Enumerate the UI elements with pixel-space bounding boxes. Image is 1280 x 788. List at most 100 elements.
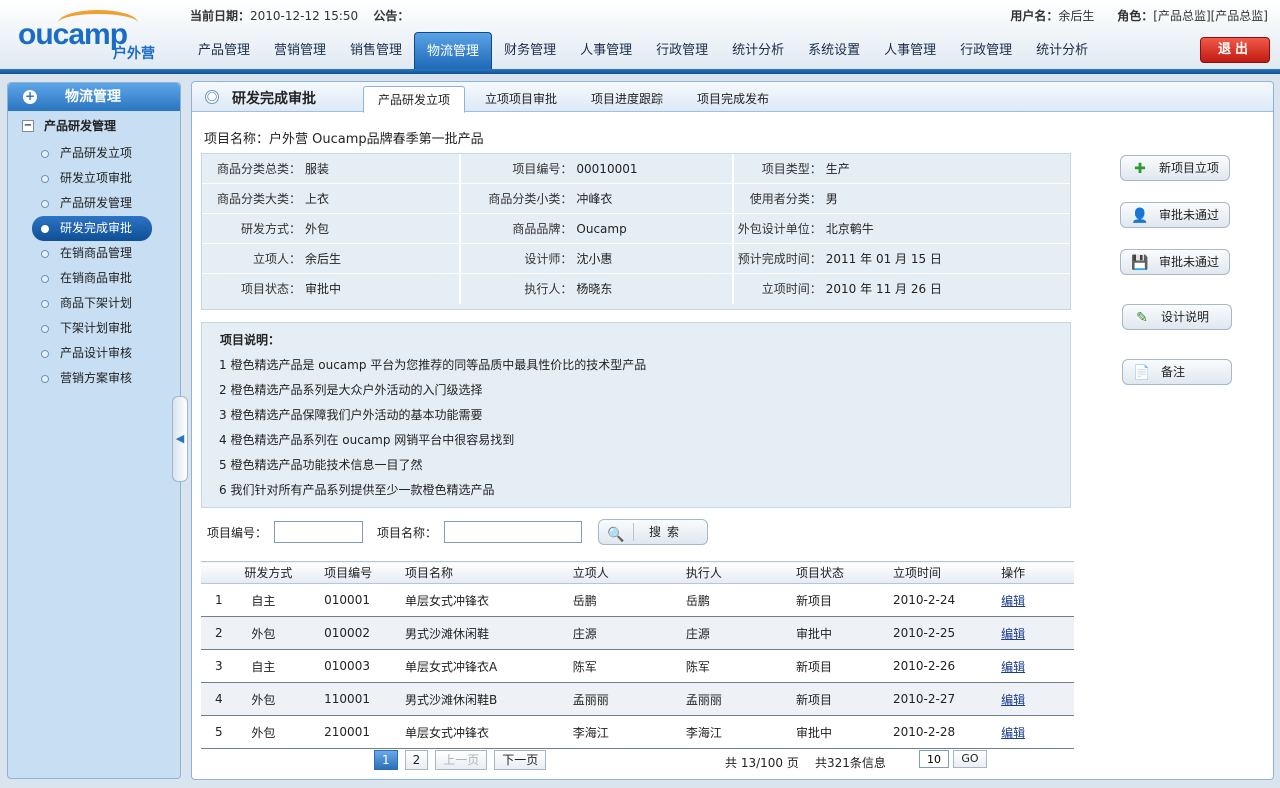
table-cell: 编辑 bbox=[991, 715, 1074, 749]
sidebar-item[interactable]: 商品下架计划 bbox=[8, 291, 180, 316]
detail-value: 服装 bbox=[305, 162, 330, 176]
detail-label: 立项时间： bbox=[761, 282, 822, 296]
column-header: 项目状态 bbox=[785, 561, 883, 584]
page-button[interactable]: 1 bbox=[374, 750, 398, 770]
edit-link[interactable]: 编辑 bbox=[1001, 693, 1025, 707]
sidebar-item-label: 商品下架计划 bbox=[60, 296, 133, 310]
sidebar-item[interactable]: 营销方案审核 bbox=[8, 366, 180, 391]
panel-toggle-icon[interactable]: ◯ bbox=[205, 90, 219, 104]
detail-label: 项目状态： bbox=[240, 282, 301, 296]
detail-value: 2010 年 11 月 26 日 bbox=[825, 282, 942, 296]
tab[interactable]: 项目完成发布 bbox=[683, 86, 783, 112]
action-button[interactable]: ✚ 新项目立项 bbox=[1120, 155, 1230, 181]
project-code-input[interactable] bbox=[274, 521, 364, 543]
sidebar-item-label: 产品研发立项 bbox=[60, 146, 133, 160]
action-button[interactable]: 👤 审批未通过 bbox=[1120, 202, 1230, 228]
nav-item[interactable]: 产品管理 bbox=[186, 32, 262, 70]
collapse-box-icon[interactable]: − bbox=[22, 120, 34, 132]
detail-value: 审批中 bbox=[305, 282, 342, 296]
edit-link[interactable]: 编辑 bbox=[1001, 726, 1025, 740]
action-button[interactable]: 📄 备注 bbox=[1122, 359, 1232, 385]
detail-value: Oucamp bbox=[576, 222, 627, 236]
edit-link[interactable]: 编辑 bbox=[1001, 660, 1025, 674]
nav-item[interactable]: 财务管理 bbox=[492, 32, 568, 70]
sidebar-item[interactable]: 产品研发管理 bbox=[8, 191, 180, 216]
action-button[interactable]: 💾 审批未通过 bbox=[1120, 249, 1230, 275]
table-row: 2 外包 010002 男式沙滩休闲鞋 庄源 庄源 审批中 2010-2-25 编辑 bbox=[201, 616, 1074, 650]
go-button[interactable]: GO bbox=[953, 750, 987, 768]
table-cell: 单层女式冲锋衣 bbox=[394, 715, 563, 749]
edit-link[interactable]: 编辑 bbox=[1001, 594, 1025, 608]
detail-cell: 立项人： 余后生 bbox=[202, 244, 462, 273]
bullet-icon bbox=[41, 325, 49, 333]
nav-item[interactable]: 行政管理 bbox=[644, 32, 720, 70]
record-info: 共321条信息 bbox=[815, 756, 886, 770]
detail-label: 项目编号： bbox=[512, 162, 573, 176]
nav-item[interactable]: 人事管理 bbox=[568, 32, 644, 70]
main-nav: 产品管理 营销管理 销售管理 物流管理 财务管理 人事管理 行政管理 统计分析 系统设置 人事管理… bbox=[186, 32, 1100, 70]
oucamp-logo[interactable]: oucamp 户外营 bbox=[18, 10, 168, 62]
nav-item[interactable]: 统计分析 bbox=[720, 32, 796, 70]
sidebar-item[interactable]: 在销商品审批 bbox=[8, 266, 180, 291]
sidebar-collapse-handle[interactable]: ◀ bbox=[172, 396, 188, 482]
sidebar-item[interactable]: 下架计划审批 bbox=[8, 316, 180, 341]
column-header: 项目名称 bbox=[394, 561, 563, 584]
sidebar-item[interactable]: 产品研发立项 bbox=[8, 141, 180, 166]
expand-icon[interactable]: + bbox=[23, 90, 37, 104]
nav-item[interactable]: 统计分析 bbox=[1024, 32, 1100, 70]
nav-item[interactable]: 人事管理 bbox=[872, 32, 948, 70]
table-cell: 010003 bbox=[314, 649, 395, 683]
page-title: 研发完成审批 bbox=[232, 91, 316, 107]
detail-value: 生产 bbox=[825, 162, 850, 176]
detail-label: 商品品牌： bbox=[512, 222, 573, 236]
sidebar-item[interactable]: 在销商品管理 bbox=[8, 241, 180, 266]
table-cell: 110001 bbox=[314, 682, 395, 716]
table-cell: 庄源 bbox=[675, 616, 786, 650]
table-cell: 陈军 bbox=[675, 649, 786, 683]
prev-page-button[interactable]: 上一页 bbox=[435, 750, 488, 770]
table-row: 5 外包 210001 单层女式冲锋衣 李海江 李海江 审批中 2010-2-28 编辑 bbox=[201, 715, 1074, 749]
page-button[interactable]: 2 bbox=[404, 750, 429, 770]
project-table: 研发方式 项目编号 项目名称 立项人 执行人 项目状态 立项时间 操作 1 自主 010001 单层… bbox=[201, 561, 1074, 749]
nav-item[interactable]: 物流管理 bbox=[414, 32, 493, 70]
search-button[interactable]: 🔍 搜索 bbox=[598, 519, 709, 545]
project-details: 商品分类总类： 服装 项目编号： 00010001 项目类型： 生产 商品分类大类： 上衣 商品… bbox=[201, 153, 1071, 310]
action-button-label: 设计说明 bbox=[1161, 310, 1210, 324]
nav-item[interactable]: 销售管理 bbox=[338, 32, 414, 70]
table-cell: 孟丽丽 bbox=[562, 682, 676, 716]
nav-item[interactable]: 营销管理 bbox=[262, 32, 338, 70]
detail-value: 冲峰衣 bbox=[576, 192, 613, 206]
sidebar-item[interactable]: 研发完成审批 bbox=[32, 216, 152, 241]
sidebar-item[interactable]: 研发立项审批 bbox=[8, 166, 180, 191]
tab[interactable]: 项目进度跟踪 bbox=[577, 86, 677, 112]
detail-row: 项目状态： 审批中 执行人： 杨晓东 立项时间： 2010 年 11 月 26 日 bbox=[202, 274, 1070, 304]
bullet-icon bbox=[41, 150, 49, 158]
logout-button[interactable]: 退出 bbox=[1200, 37, 1270, 63]
sidebar-group[interactable]: − 产品研发管理 bbox=[8, 111, 180, 141]
bullet-icon bbox=[41, 300, 49, 308]
bullet-icon bbox=[41, 275, 49, 283]
edit-link[interactable]: 编辑 bbox=[1001, 627, 1025, 641]
action-button-label: 审批未通过 bbox=[1159, 255, 1220, 269]
page-info: 共 13/100 页 bbox=[725, 756, 799, 770]
tab[interactable]: 产品研发立项 bbox=[363, 86, 466, 113]
sidebar-item-label: 研发完成审批 bbox=[60, 221, 133, 235]
detail-label: 商品分类大类： bbox=[216, 192, 301, 206]
detail-value: 杨晓东 bbox=[576, 282, 613, 296]
goto-page-input[interactable] bbox=[919, 750, 949, 768]
table-cell: 4 bbox=[201, 682, 235, 716]
tab[interactable]: 立项项目审批 bbox=[471, 86, 571, 112]
detail-label: 外包设计单位： bbox=[737, 222, 822, 236]
description-lines: 1 橙色精选产品是 oucamp 平台为您推荐的同等品质中最具性价比的技术型产品… bbox=[219, 353, 1070, 503]
nav-item[interactable]: 系统设置 bbox=[796, 32, 872, 70]
next-page-button[interactable]: 下一页 bbox=[494, 750, 547, 770]
detail-label: 设计师： bbox=[524, 252, 573, 266]
sidebar-item[interactable]: 产品设计审核 bbox=[8, 341, 180, 366]
search-bar: 项目编号： 项目名称： 🔍 搜索 bbox=[207, 519, 709, 545]
detail-row: 商品分类总类： 服装 项目编号： 00010001 项目类型： 生产 bbox=[202, 154, 1070, 184]
project-name-input[interactable] bbox=[444, 521, 583, 543]
nav-item[interactable]: 行政管理 bbox=[948, 32, 1024, 70]
action-button[interactable]: ✎ 设计说明 bbox=[1122, 304, 1232, 330]
pagination: 1 2 上一页 下一页 bbox=[374, 750, 553, 770]
project-name: 项目名称：户外营 Oucamp品牌春季第一批产品 bbox=[204, 128, 484, 147]
